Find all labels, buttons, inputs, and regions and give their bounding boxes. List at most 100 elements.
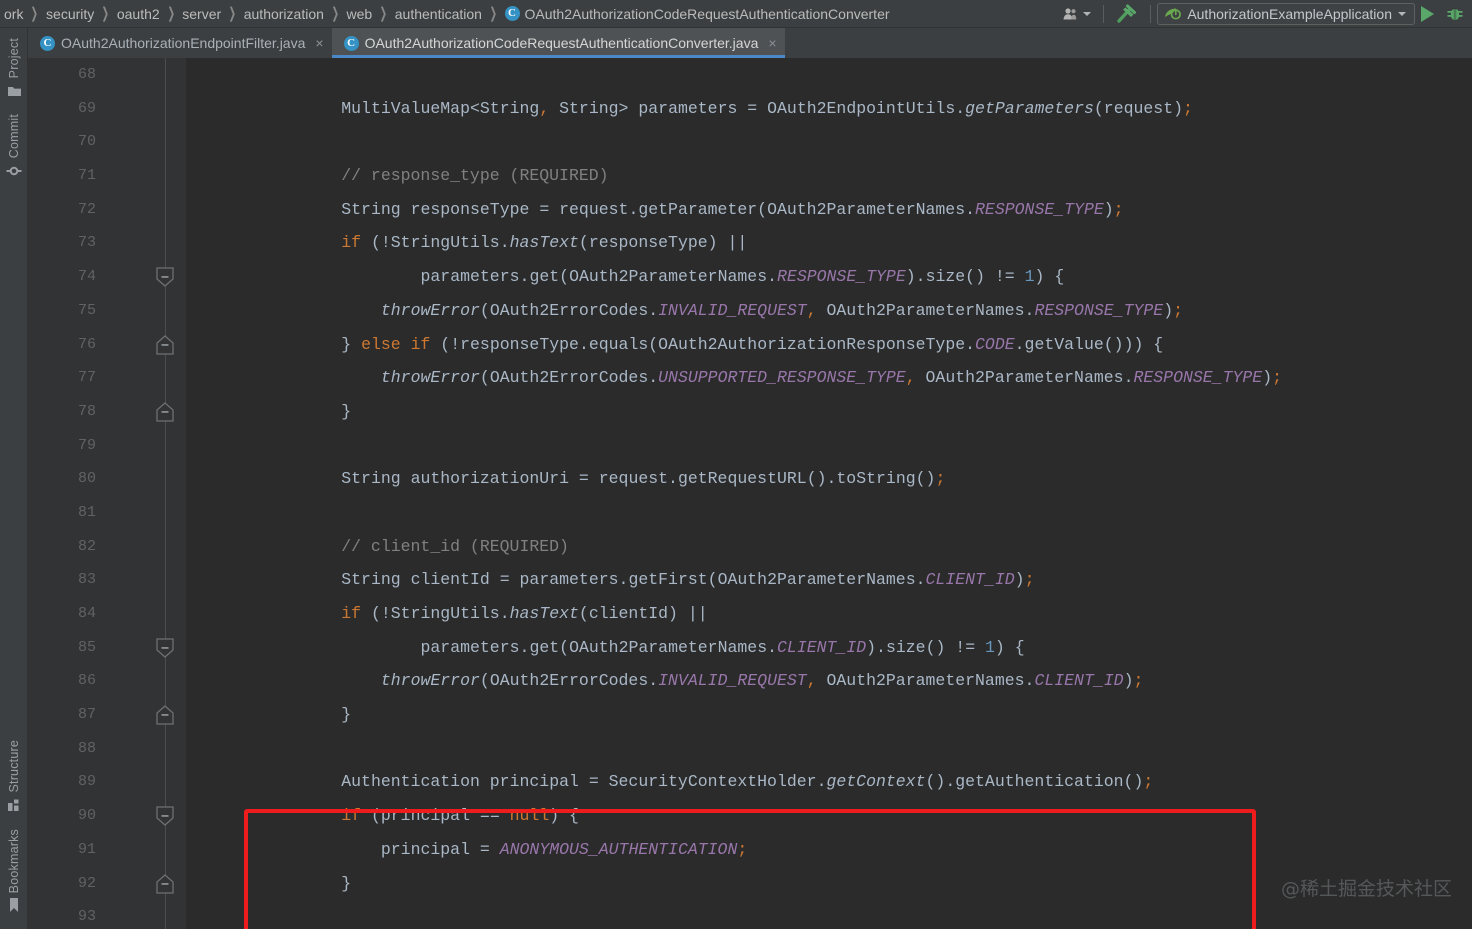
close-icon[interactable]: × [768,36,776,50]
code-punctuation: . [668,469,678,488]
sidebar-item-commit[interactable]: Commit [6,108,22,188]
editor-gutter[interactable]: 6869707172737475767778798081828384858687… [28,58,186,929]
code-punctuation [282,772,292,791]
code-line[interactable]: String authorizationUri = request.getReq… [186,462,1472,496]
fold-marker-76[interactable] [154,334,176,356]
code-punctuation [272,267,282,286]
close-icon[interactable]: × [315,36,323,50]
sidebar-item-bookmarks[interactable]: Bookmarks [6,823,22,923]
code-line[interactable]: principal = ANONYMOUS_AUTHENTICATION; [186,833,1472,867]
breadcrumb-item-authentication[interactable]: authentication [391,0,486,28]
code-punctuation [282,604,292,623]
breadcrumb-item-security[interactable]: security [42,0,98,28]
code-punctuation [331,772,341,791]
code-punctuation [262,638,272,657]
navigation-bar: ork ❯ security ❯ oauth2 ❯ server ❯ autho… [0,0,1472,28]
code-identifier: OAuth2ErrorCodes [490,301,648,320]
code-line[interactable] [186,900,1472,929]
code-punctuation [331,874,341,893]
code-punctuation [292,806,302,825]
code-line[interactable]: String responseType = request.getParamet… [186,193,1472,227]
code-punctuation [312,772,322,791]
code-punctuation: . [827,469,837,488]
code-identifier: OAuth2ParameterNames [767,200,965,219]
line-number: 85 [28,631,106,665]
code-line[interactable]: Authentication principal = SecurityConte… [186,765,1472,799]
line-number: 92 [28,867,106,901]
code-line[interactable]: parameters.get(OAuth2ParameterNames.CLIE… [186,631,1472,665]
code-line[interactable]: // response_type (REQUIRED) [186,159,1472,193]
breadcrumb-item-server[interactable]: server [178,0,225,28]
debug-button[interactable] [1440,0,1470,28]
fold-guide-line [165,58,166,929]
breadcrumb-item-oauth2[interactable]: oauth2 [113,0,164,28]
code-line[interactable]: throwError(OAuth2ErrorCodes.INVALID_REQU… [186,294,1472,328]
editor-tab-oauth2authorizationendpointfilter[interactable]: C OAuth2AuthorizationEndpointFilter.java… [28,28,332,58]
fold-marker-92[interactable] [154,873,176,895]
code-punctuation [490,840,500,859]
code-line[interactable]: } [186,395,1472,429]
sidebar-item-structure[interactable]: Structure [6,734,22,823]
fold-marker-78[interactable] [154,401,176,423]
code-identifier: StringUtils [391,604,500,623]
code-punctuation [480,772,490,791]
code-line[interactable]: if (!StringUtils.hasText(responseType) |… [186,226,1472,260]
code-punctuation [331,806,341,825]
code-line[interactable]: // client_id (REQUIRED) [186,530,1472,564]
code-line[interactable] [186,58,1472,92]
code-punctuation: ( [559,638,569,657]
code-line[interactable] [186,125,1472,159]
code-content[interactable]: MultiValueMap<String, String> parameters… [186,58,1472,929]
sidebar-bottom-group: Structure Bookmarks [0,734,28,923]
sidebar-item-project[interactable]: Project [6,32,22,108]
code-punctuation [500,806,510,825]
code-punctuation [272,469,282,488]
code-punctuation: ( [708,570,718,589]
breadcrumb-item-authorization[interactable]: authorization [240,0,328,28]
code-line[interactable]: } else if (!responseType.equals(OAuth2Au… [186,328,1472,362]
fold-marker-87[interactable] [154,704,176,726]
code-line[interactable]: } [186,867,1472,901]
editor-tab-oauth2authorizationcoderequestauthenticationconverter[interactable]: C OAuth2AuthorizationCodeRequestAuthenti… [332,28,785,58]
code-punctuation: ( [579,604,589,623]
code-line[interactable] [186,496,1472,530]
code-punctuation: , [807,301,817,320]
breadcrumb-item-web[interactable]: web [342,0,376,28]
run-configuration-selector[interactable]: AuthorizationExampleApplication [1157,3,1415,25]
code-punctuation [312,200,322,219]
code-line[interactable]: } [186,698,1472,732]
code-punctuation [1005,638,1015,657]
code-punctuation [282,335,292,354]
fold-marker-85[interactable] [154,637,176,659]
code-line[interactable]: throwError(OAuth2ErrorCodes.INVALID_REQU… [186,664,1472,698]
code-punctuation [302,638,312,657]
breadcrumb-item-ork[interactable]: ork [0,0,27,28]
code-punctuation [262,806,272,825]
code-folding-column[interactable] [146,58,186,929]
code-line[interactable]: if (principal == null) { [186,799,1472,833]
code-line[interactable]: throwError(OAuth2ErrorCodes.UNSUPPORTED_… [186,361,1472,395]
code-line[interactable] [186,429,1472,463]
chevron-right-icon: ❯ [379,0,388,28]
code-punctuation: ) [708,233,718,252]
profile-button[interactable] [1057,0,1097,28]
code-punctuation [569,469,579,488]
code-identifier: OAuth2ParameterNames [569,267,767,286]
code-punctuation: . [648,368,658,387]
code-punctuation [321,200,331,219]
build-button[interactable] [1110,0,1144,28]
code-line[interactable]: MultiValueMap<String, String> parameters… [186,92,1472,126]
code-line[interactable]: parameters.get(OAuth2ParameterNames.RESP… [186,260,1472,294]
code-punctuation [331,99,341,118]
code-line[interactable] [186,732,1472,766]
code-punctuation [549,200,559,219]
fold-marker-74[interactable] [154,266,176,288]
code-punctuation [678,604,688,623]
code-editor[interactable]: 6869707172737475767778798081828384858687… [28,58,1472,929]
breadcrumb-item-class[interactable]: C OAuth2AuthorizationCodeRequestAuthenti… [501,6,890,22]
code-line[interactable]: if (!StringUtils.hasText(clientId) || [186,597,1472,631]
code-punctuation [272,874,282,893]
fold-marker-90[interactable] [154,805,176,827]
code-line[interactable]: String clientId = parameters.getFirst(OA… [186,563,1472,597]
run-button[interactable] [1415,0,1440,28]
